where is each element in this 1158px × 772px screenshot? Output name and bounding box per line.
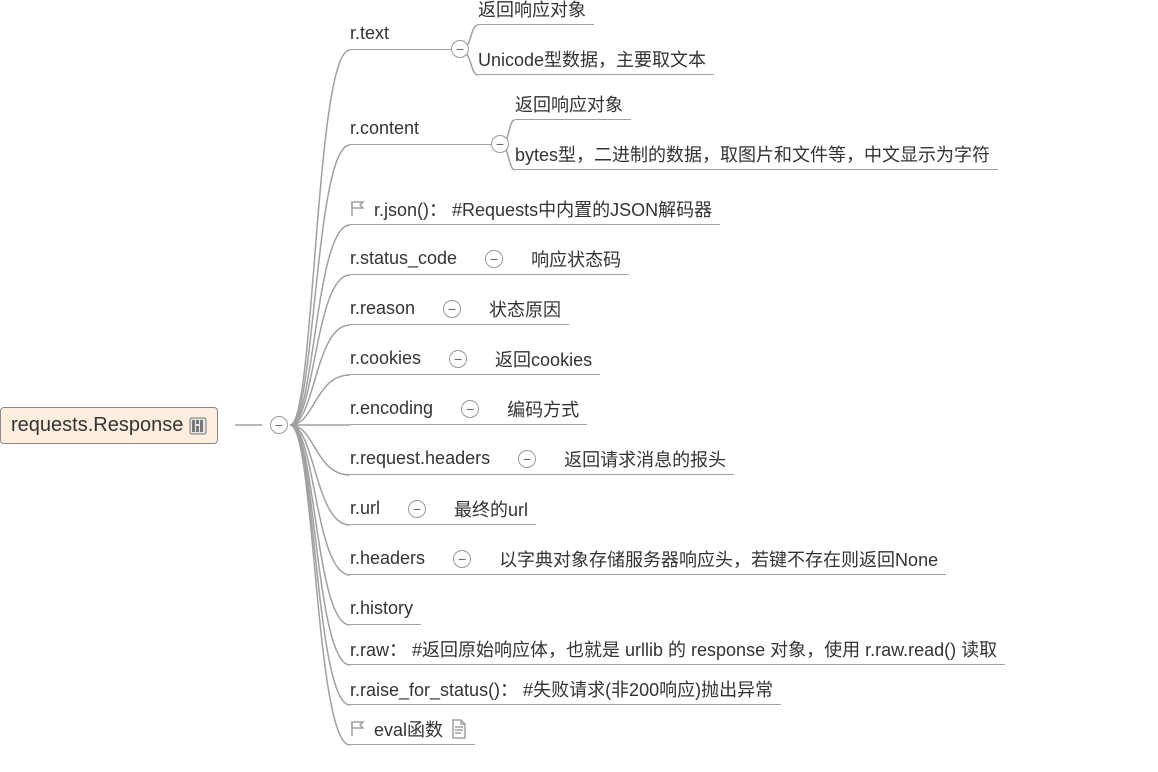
- toggle-rheaders[interactable]: −: [453, 550, 471, 568]
- root-toggle[interactable]: −: [270, 416, 288, 434]
- node-detail: 状态原因: [489, 296, 561, 322]
- toggle-rencoding[interactable]: −: [461, 400, 479, 418]
- node-label: r.raise_for_status()： #失败请求(非200响应)抛出异常: [350, 676, 773, 702]
- node-rstatus[interactable]: r.status_code − 响应状态码: [350, 243, 629, 275]
- node-label: 返回响应对象: [478, 0, 586, 22]
- node-label: r.raw： #返回原始响应体，也就是 urllib 的 response 对象…: [350, 636, 997, 662]
- node-detail: 以字典对象存储服务器响应头，若键不存在则返回None: [499, 546, 938, 572]
- node-label: r.headers: [350, 548, 425, 569]
- node-detail: 响应状态码: [531, 246, 621, 272]
- node-label: eval函数: [374, 716, 443, 742]
- node-rtext[interactable]: r.text −: [350, 18, 460, 50]
- toggle-rurl[interactable]: −: [408, 500, 426, 518]
- node-label: r.cookies: [350, 348, 421, 369]
- node-label: r.content: [350, 118, 419, 139]
- node-rraw[interactable]: r.raw： #返回原始响应体，也就是 urllib 的 response 对象…: [350, 633, 1005, 665]
- node-label: 返回响应对象: [515, 91, 623, 117]
- toggle-rcontent[interactable]: −: [491, 135, 509, 153]
- node-label: bytes型，二进制的数据，取图片和文件等，中文显示为字符: [515, 141, 990, 167]
- node-rcontent-b[interactable]: bytes型，二进制的数据，取图片和文件等，中文显示为字符: [515, 138, 998, 170]
- node-label: r.json()： #Requests中内置的JSON解码器: [374, 196, 712, 222]
- node-label: r.reason: [350, 298, 415, 319]
- node-detail: 返回请求消息的报头: [564, 446, 726, 472]
- node-label: r.encoding: [350, 398, 433, 419]
- flag-icon: [350, 721, 366, 737]
- node-rcontent[interactable]: r.content −: [350, 113, 500, 145]
- node-rreqheaders[interactable]: r.request.headers − 返回请求消息的报头: [350, 443, 734, 475]
- node-detail: 返回cookies: [495, 346, 592, 372]
- node-label: r.text: [350, 23, 389, 44]
- node-detail: 编码方式: [507, 396, 579, 422]
- toggle-rstatus[interactable]: −: [485, 250, 503, 268]
- node-label: r.status_code: [350, 248, 457, 269]
- node-rtext-a[interactable]: 返回响应对象: [478, 0, 594, 25]
- node-rraise[interactable]: r.raise_for_status()： #失败请求(非200响应)抛出异常: [350, 673, 781, 705]
- toggle-rcookies[interactable]: −: [449, 350, 467, 368]
- node-rjson[interactable]: r.json()： #Requests中内置的JSON解码器: [350, 193, 720, 225]
- flag-icon: [350, 201, 366, 217]
- node-label: r.history: [350, 598, 413, 619]
- class-icon: [189, 417, 207, 435]
- node-rreason[interactable]: r.reason − 状态原因: [350, 293, 569, 325]
- node-label: r.request.headers: [350, 448, 490, 469]
- note-icon: [451, 719, 467, 739]
- node-label: Unicode型数据，主要取文本: [478, 46, 706, 72]
- toggle-rreason[interactable]: −: [443, 300, 461, 318]
- node-rcookies[interactable]: r.cookies − 返回cookies: [350, 343, 600, 375]
- node-rencoding[interactable]: r.encoding − 编码方式: [350, 393, 587, 425]
- node-rhistory[interactable]: r.history: [350, 593, 421, 625]
- node-label: r.url: [350, 498, 380, 519]
- node-rheaders[interactable]: r.headers − 以字典对象存储服务器响应头，若键不存在则返回None: [350, 543, 946, 575]
- toggle-rtext[interactable]: −: [451, 40, 469, 58]
- node-rurl[interactable]: r.url − 最终的url: [350, 493, 536, 525]
- node-detail: 最终的url: [454, 496, 528, 522]
- node-rcontent-a[interactable]: 返回响应对象: [515, 88, 631, 120]
- root-node[interactable]: requests.Response: [0, 407, 218, 444]
- node-rtext-b[interactable]: Unicode型数据，主要取文本: [478, 43, 714, 75]
- node-reval[interactable]: eval函数: [350, 713, 475, 745]
- root-label: requests.Response: [11, 414, 183, 437]
- toggle-rreqheaders[interactable]: −: [518, 450, 536, 468]
